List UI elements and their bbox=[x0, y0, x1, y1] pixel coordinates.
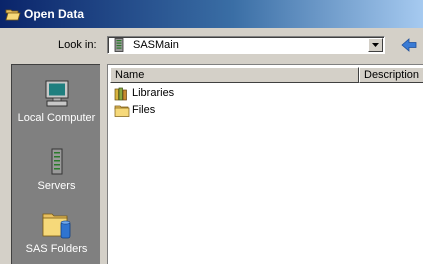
column-header-description[interactable]: Description bbox=[359, 67, 423, 83]
place-label: SAS Folders bbox=[25, 243, 88, 255]
server-icon bbox=[114, 38, 124, 55]
file-list[interactable]: Name Description Libraries Files bbox=[107, 64, 423, 264]
open-folder-icon bbox=[5, 7, 21, 24]
chevron-down-icon bbox=[372, 43, 379, 47]
list-item-label: Files bbox=[132, 104, 156, 116]
window-title: Open Data bbox=[24, 7, 85, 21]
place-label: Local Computer bbox=[17, 112, 96, 124]
title-bar[interactable]: Open Data bbox=[0, 0, 423, 28]
back-button[interactable] bbox=[399, 36, 419, 54]
server-icon bbox=[51, 148, 62, 175]
look-in-label: Look in: bbox=[58, 39, 97, 51]
place-sas-folders[interactable]: SAS Folders bbox=[12, 208, 101, 255]
folder-icon bbox=[114, 105, 130, 117]
look-in-value: SASMain bbox=[133, 39, 179, 51]
back-arrow-icon bbox=[401, 38, 417, 52]
computer-icon bbox=[45, 80, 68, 107]
library-icon bbox=[114, 87, 127, 101]
list-item-label: Libraries bbox=[132, 87, 175, 99]
sas-folder-icon bbox=[42, 213, 70, 239]
look-in-dropdown[interactable]: SASMain bbox=[107, 36, 385, 54]
place-local-computer[interactable]: Local Computer bbox=[12, 79, 101, 124]
place-label: Servers bbox=[37, 180, 76, 192]
place-servers[interactable]: Servers bbox=[12, 147, 101, 192]
column-header-name[interactable]: Name bbox=[110, 67, 359, 83]
places-bar: Local Computer Servers SAS Folders bbox=[11, 64, 100, 264]
dropdown-button[interactable] bbox=[368, 38, 383, 52]
